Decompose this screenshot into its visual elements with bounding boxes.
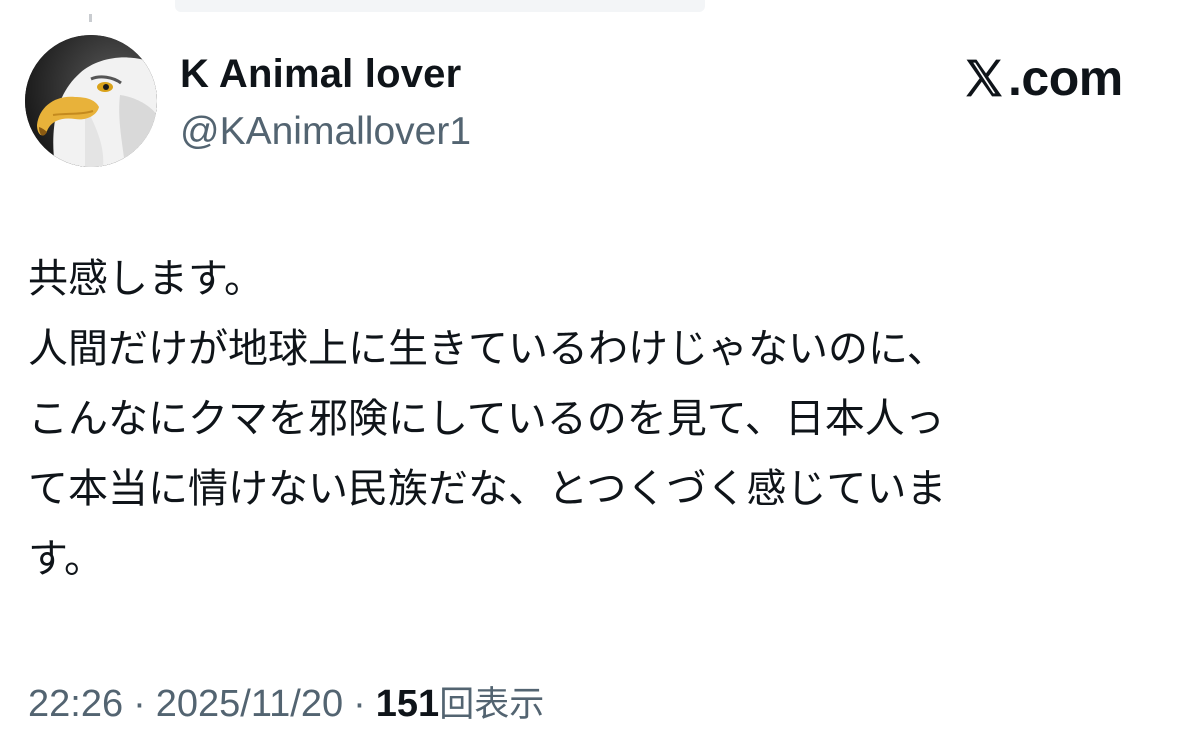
tweet-text: 共感します。 人間だけが地球上に生きているわけじゃないのに、 こんなにクマを邪険… xyxy=(28,244,1138,594)
top-divider-mark xyxy=(89,14,92,22)
views-label: 回表示 xyxy=(439,685,545,725)
tweet-line: 共感します。 xyxy=(28,256,264,302)
tweet-time[interactable]: 22:26 xyxy=(28,683,123,726)
meta-separator: · xyxy=(133,683,146,725)
x-logo-icon xyxy=(966,59,1002,97)
display-name[interactable]: K Animal lover xyxy=(180,52,461,97)
tweet-line: こんなにクマを邪険にしているのを見て、日本人っ xyxy=(28,396,945,442)
brand-watermark: .com xyxy=(962,48,1123,108)
meta-separator: · xyxy=(353,683,366,725)
tweet-line: て本当に情けない民族だな、とつくづく感じていま xyxy=(28,466,947,512)
tweet-metadata: 22:26 · 2025/11/20 · 151 回表示 xyxy=(28,676,544,727)
tweet-date[interactable]: 2025/11/20 xyxy=(156,683,343,726)
top-scroll-bar xyxy=(175,0,705,12)
user-handle[interactable]: @KAnimallover1 xyxy=(180,110,471,154)
avatar[interactable] xyxy=(25,35,157,167)
tweet-line: 人間だけが地球上に生きているわけじゃないのに、 xyxy=(28,326,947,372)
bald-eagle-avatar-icon xyxy=(25,35,157,167)
tweet-line: す。 xyxy=(28,536,104,582)
brand-domain-text: .com xyxy=(1008,50,1123,106)
views-count[interactable]: 151 xyxy=(376,683,439,726)
